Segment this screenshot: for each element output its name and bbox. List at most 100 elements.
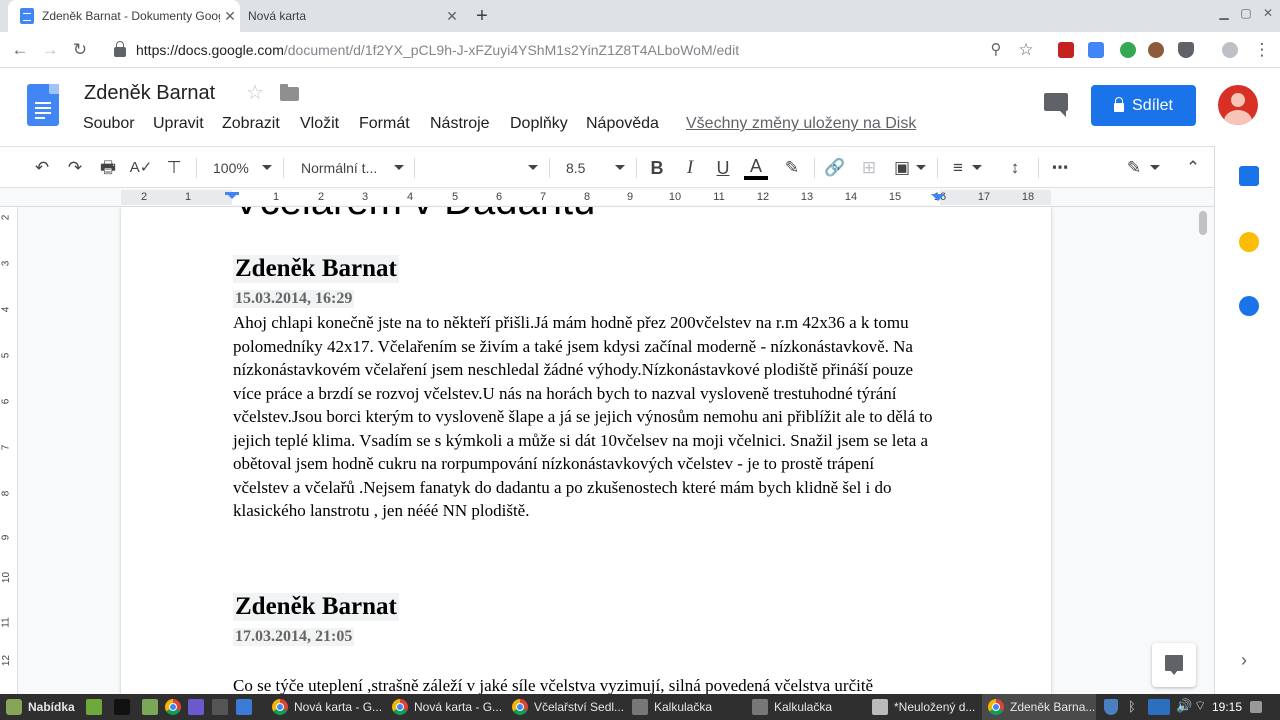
keep-icon[interactable] bbox=[1239, 232, 1259, 252]
notifications-icon[interactable] bbox=[1250, 701, 1262, 713]
back-arrow-icon[interactable]: ← bbox=[8, 38, 32, 62]
show-desktop-icon[interactable] bbox=[86, 699, 102, 715]
zoom-select[interactable]: 100% bbox=[213, 156, 249, 180]
line-spacing-icon[interactable]: ↕ bbox=[1003, 156, 1027, 180]
taskbar-window-active[interactable]: Zdeněk Barna... bbox=[982, 694, 1096, 720]
ruler-number: 5 bbox=[0, 352, 12, 359]
taskbar-window-title: Nová karta - G... bbox=[414, 700, 503, 714]
document-canvas[interactable]: Včelařem v Dadantu Zdeněk Barnat 15.03.2… bbox=[18, 207, 1214, 694]
bold-button[interactable]: B bbox=[645, 156, 669, 180]
share-button[interactable]: Sdílet bbox=[1091, 85, 1196, 126]
taskbar-window[interactable]: Včelařství Sedl... bbox=[506, 694, 624, 720]
cookie-extension-icon[interactable] bbox=[1148, 42, 1164, 58]
folder-icon[interactable] bbox=[280, 84, 299, 101]
browser-menu-icon[interactable]: ⋮ bbox=[1250, 38, 1274, 62]
font-select[interactable] bbox=[430, 156, 520, 180]
editing-mode-pencil-icon[interactable]: ✎ bbox=[1122, 156, 1146, 180]
url-path: /document/d/1f2YX_pCL9h-J-xFZuyi4YShM1s2… bbox=[283, 42, 740, 58]
profile-icon[interactable] bbox=[1222, 42, 1238, 58]
underline-button[interactable]: U bbox=[711, 156, 735, 180]
ruler-number: 2 bbox=[0, 214, 12, 221]
extension-badge-icon[interactable] bbox=[1120, 42, 1136, 58]
taskbar-window[interactable]: *Neuložený d... bbox=[866, 694, 980, 720]
files-icon[interactable] bbox=[142, 699, 158, 715]
insert-link-icon[interactable]: 🔗 bbox=[823, 156, 847, 180]
calculator-launcher-icon[interactable] bbox=[212, 699, 228, 715]
start-menu-button[interactable]: Nabídka bbox=[0, 694, 80, 720]
taskbar-window[interactable]: Kalkulačka bbox=[746, 694, 864, 720]
vertical-scrollbar[interactable] bbox=[1199, 211, 1207, 235]
menu-format[interactable]: Formát bbox=[359, 115, 410, 133]
menu-nastroje[interactable]: Nástroje bbox=[430, 115, 490, 133]
tasks-icon[interactable] bbox=[1239, 296, 1259, 316]
taskbar-window[interactable]: Kalkulačka bbox=[626, 694, 744, 720]
font-size-select[interactable]: 8.5 bbox=[566, 156, 585, 180]
collapse-menus-icon[interactable]: ⌃ bbox=[1181, 156, 1205, 180]
account-avatar[interactable] bbox=[1218, 85, 1258, 125]
right-indent-marker[interactable] bbox=[931, 194, 945, 201]
translate-extension-icon[interactable] bbox=[1088, 42, 1104, 58]
paint-format-icon[interactable]: ⊤ bbox=[162, 156, 186, 180]
save-status-link[interactable]: Všechny změny uloženy na Disk bbox=[686, 115, 916, 133]
close-window-icon[interactable]: ✕ bbox=[1258, 6, 1278, 20]
spellcheck-icon[interactable]: A✓ bbox=[129, 156, 153, 180]
redo-icon[interactable]: ↷ bbox=[63, 156, 87, 180]
docs-logo-icon[interactable] bbox=[27, 84, 59, 126]
menu-upravit[interactable]: Upravit bbox=[153, 115, 204, 133]
print-icon[interactable]: 🖶 bbox=[96, 156, 120, 180]
bluetooth-icon[interactable]: ᛒ bbox=[1128, 699, 1140, 715]
document-title[interactable]: Zdeněk Barnat bbox=[84, 82, 215, 105]
intel-tray-icon[interactable] bbox=[1148, 699, 1170, 715]
chevron-down-icon bbox=[528, 165, 538, 170]
minimize-window-icon[interactable]: ▁ bbox=[1214, 6, 1234, 20]
bookmark-star-icon[interactable]: ☆ bbox=[1014, 38, 1038, 62]
new-tab-button[interactable]: + bbox=[470, 4, 494, 28]
calendar-icon[interactable] bbox=[1239, 166, 1259, 186]
comment-history-icon[interactable] bbox=[1044, 93, 1068, 117]
star-icon[interactable]: ☆ bbox=[246, 80, 264, 105]
expand-panel-chevron-icon[interactable]: › bbox=[1241, 650, 1247, 671]
undo-icon[interactable]: ↶ bbox=[30, 156, 54, 180]
insert-image-icon[interactable]: ▣ bbox=[890, 156, 914, 180]
paragraph-style-select[interactable]: Normální t... bbox=[301, 156, 385, 180]
ruler-number: 9 bbox=[626, 191, 634, 203]
menu-doplnky[interactable]: Doplňky bbox=[510, 115, 568, 133]
document-heading: Včelařem v Dadantu bbox=[233, 207, 595, 224]
close-tab-icon[interactable]: ✕ bbox=[442, 8, 462, 25]
taskbar-window-title: Včelařství Sedl... bbox=[534, 700, 624, 714]
shield-icon[interactable] bbox=[1104, 699, 1118, 715]
pocket-extension-icon[interactable] bbox=[1178, 42, 1194, 58]
first-line-indent-marker[interactable] bbox=[225, 192, 239, 195]
forward-arrow-icon[interactable]: → bbox=[38, 38, 62, 62]
wifi-icon[interactable]: ⌔ bbox=[1194, 698, 1206, 714]
zoom-magnifier-icon[interactable]: ⚲ bbox=[984, 38, 1008, 62]
italic-button[interactable]: I bbox=[678, 156, 702, 180]
explore-button[interactable] bbox=[1152, 643, 1196, 687]
address-bar[interactable]: https://docs.google.com/document/d/1f2YX… bbox=[104, 36, 1044, 64]
menu-soubor[interactable]: Soubor bbox=[83, 115, 135, 133]
text-color-button[interactable]: A bbox=[744, 156, 768, 180]
clock[interactable]: 19:15 bbox=[1212, 700, 1242, 714]
maximize-window-icon[interactable]: ▢ bbox=[1236, 6, 1256, 20]
menu-zobrazit[interactable]: Zobrazit bbox=[222, 115, 280, 133]
screenshot-icon[interactable] bbox=[236, 699, 252, 715]
more-options-icon[interactable]: ⋯ bbox=[1048, 156, 1072, 180]
menu-napoveda[interactable]: Nápověda bbox=[586, 115, 659, 133]
volume-icon[interactable]: 🔊 bbox=[1176, 698, 1192, 714]
text-editor-icon[interactable] bbox=[188, 699, 204, 715]
reload-icon[interactable]: ↻ bbox=[68, 38, 92, 62]
post-body: Co se týče uteplení ,strašně záleží v ja… bbox=[233, 676, 874, 694]
menu-vlozit[interactable]: Vložit bbox=[300, 115, 339, 133]
terminal-icon[interactable] bbox=[114, 699, 130, 715]
ublock-extension-icon[interactable] bbox=[1058, 42, 1074, 58]
highlight-color-icon[interactable]: ✎ bbox=[780, 156, 804, 180]
taskbar-window[interactable]: Nová karta - G... bbox=[266, 694, 384, 720]
chevron-down-icon bbox=[262, 165, 272, 170]
chrome-launcher-icon[interactable] bbox=[165, 699, 181, 715]
browser-tab-new[interactable]: Nová karta ✕ bbox=[236, 0, 462, 32]
taskbar-window[interactable]: Nová karta - G... bbox=[386, 694, 504, 720]
document-page[interactable]: Včelařem v Dadantu Zdeněk Barnat 15.03.2… bbox=[121, 207, 1051, 694]
browser-tab-docs[interactable]: Zdeněk Barnat - Dokumenty Google ✕ bbox=[8, 0, 240, 32]
add-comment-icon[interactable]: ⊞ bbox=[857, 156, 881, 180]
align-left-icon[interactable]: ≡ bbox=[946, 156, 970, 180]
